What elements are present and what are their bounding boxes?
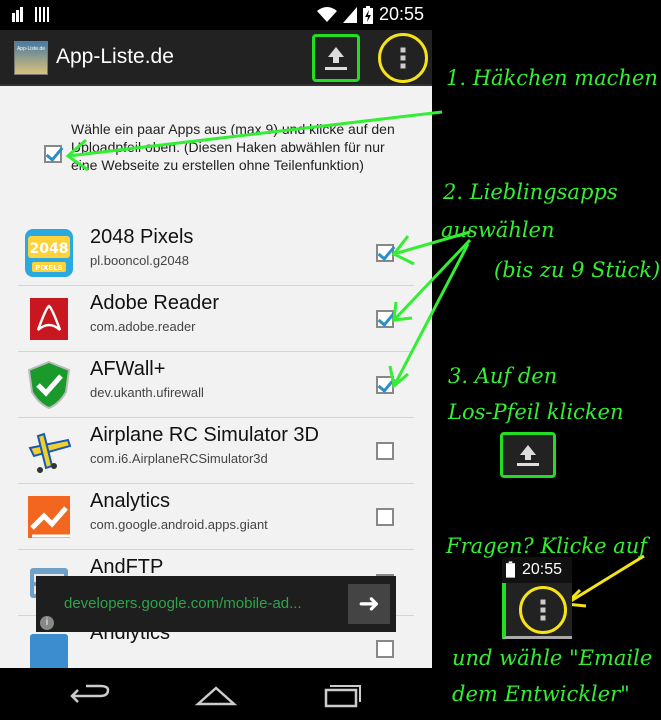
- share-checkbox[interactable]: [44, 145, 62, 163]
- annotation-choose-line2: dem Entwickler": [452, 682, 630, 706]
- home-icon: [194, 686, 238, 706]
- action-bar: App-Liste.de App-Liste.de: [0, 30, 432, 86]
- wifi-icon: [316, 6, 337, 22]
- app-checkbox[interactable]: [376, 508, 394, 526]
- annotation-step2-line2: auswählen: [441, 218, 555, 242]
- app-package: com.google.android.apps.giant: [90, 517, 268, 532]
- recent-apps-button[interactable]: [320, 682, 364, 708]
- recent-apps-icon: [324, 685, 361, 708]
- example-upload-button: [500, 432, 556, 478]
- overflow-menu-icon: [540, 597, 546, 624]
- example-status-bar: 20:55: [502, 557, 572, 583]
- home-button[interactable]: [194, 682, 238, 708]
- app-checkbox[interactable]: [376, 376, 394, 394]
- status-time: 20:55: [378, 4, 424, 24]
- cell-signal-icon: [342, 6, 357, 23]
- app-row-afwall[interactable]: AFWall+ dev.ukanth.ufirewall: [18, 352, 414, 418]
- svg-text:PIXELS: PIXELS: [35, 264, 62, 272]
- app-package: dev.ukanth.ufirewall: [90, 385, 204, 400]
- shield-check-app-icon: [27, 360, 71, 410]
- annotation-choose-line1: und wähle "Emaile: [452, 646, 653, 670]
- annotation-step2-line3: (bis zu 9 Stück): [494, 258, 661, 282]
- app-logo-text: App-Liste.de: [16, 46, 46, 52]
- example-status-time: 20:55: [522, 561, 563, 578]
- app-row-analytics[interactable]: Analytics com.google.android.apps.giant: [18, 484, 414, 550]
- upload-button[interactable]: [312, 34, 360, 82]
- navigation-bar: [0, 668, 432, 720]
- upload-icon: [325, 47, 347, 70]
- back-button[interactable]: [68, 682, 112, 708]
- ad-url[interactable]: developers.google.com/mobile-ad...: [64, 595, 334, 612]
- intro-text: Wähle ein paar Apps aus (max 9) und klic…: [71, 121, 395, 173]
- app-package: com.i6.AirplaneRCSimulator3d: [90, 451, 268, 466]
- annotation-step2-line1: 2. Lieblingsapps: [443, 180, 618, 204]
- overflow-menu-icon: [400, 45, 406, 72]
- intro-section: Wähle ein paar Apps aus (max 9) und klic…: [0, 86, 432, 216]
- adobe-reader-app-icon: [30, 298, 68, 340]
- notification-bars-icon: [35, 7, 49, 22]
- app-row-2048-pixels[interactable]: 2048 PIXELS 2048 Pixels pl.booncol.g2048: [18, 220, 414, 286]
- app-checkbox[interactable]: [376, 310, 394, 328]
- app-package: com.adobe.reader: [90, 319, 196, 334]
- app-title: App-Liste.de: [56, 45, 174, 68]
- upload-icon: [517, 445, 539, 466]
- app-checkbox[interactable]: [376, 442, 394, 460]
- ad-info-icon[interactable]: i: [40, 616, 54, 630]
- phone-screen: 20:55 App-Liste.de App-Liste.de Wähle ei…: [0, 0, 432, 720]
- app-name: Airplane RC Simulator 3D: [90, 424, 319, 446]
- annotation-step3-line1: 3. Auf den: [448, 364, 558, 388]
- battery-charging-icon: [506, 561, 515, 578]
- annotation-step1: 1. Häkchen machen: [446, 66, 658, 90]
- app-checkbox[interactable]: [376, 640, 394, 658]
- app-logo: App-Liste.de: [14, 41, 48, 75]
- annotation-step3-line2: Los-Pfeil klicken: [448, 400, 624, 424]
- back-icon: [70, 684, 110, 703]
- status-bar: 20:55: [0, 0, 432, 30]
- app-checkbox[interactable]: [376, 244, 394, 262]
- signal-bars-icon: [12, 7, 23, 22]
- app-name: Analytics: [90, 490, 171, 512]
- example-overflow-menu: [519, 586, 567, 634]
- app-name: AFWall+: [90, 358, 166, 380]
- 2048-pixels-app-icon: 2048 PIXELS: [25, 229, 73, 277]
- analytics-app-icon: [28, 496, 70, 538]
- app-row-adobe-reader[interactable]: Adobe Reader com.adobe.reader: [18, 286, 414, 352]
- annotation-questions: Fragen? Klicke auf: [446, 534, 647, 558]
- app-package: pl.booncol.g2048: [90, 253, 190, 268]
- airplane-app-icon: [28, 432, 72, 473]
- battery-charging-icon: [362, 5, 373, 24]
- app-name: 2048 Pixels: [90, 226, 194, 248]
- ad-banner[interactable]: developers.google.com/mobile-ad... ➜ i: [36, 576, 396, 632]
- overflow-menu-button[interactable]: [378, 33, 428, 83]
- app-name: Adobe Reader: [90, 292, 219, 314]
- ad-go-arrow-icon[interactable]: ➜: [348, 584, 390, 624]
- svg-text:2048: 2048: [30, 241, 69, 257]
- app-row-airplane-rc[interactable]: Airplane RC Simulator 3D com.i6.Airplane…: [18, 418, 414, 484]
